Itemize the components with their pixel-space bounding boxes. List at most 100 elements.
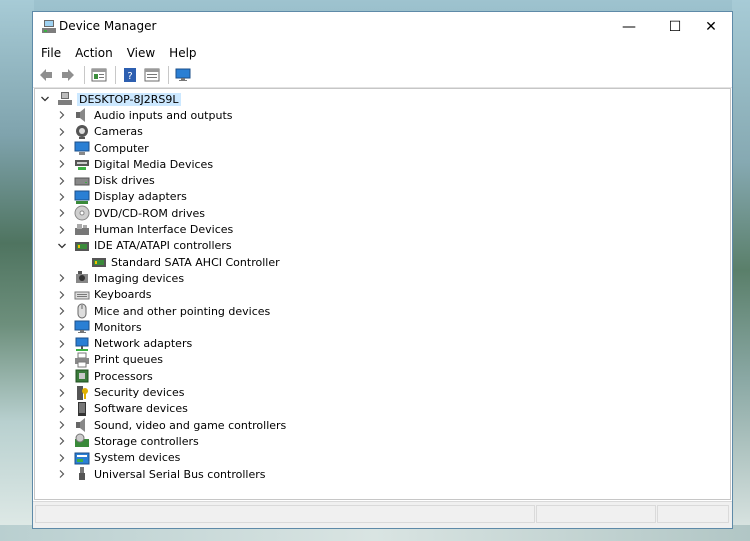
desktop-background-right (732, 0, 750, 541)
chevron-right-icon[interactable] (56, 338, 68, 350)
tree-category-item[interactable]: Keyboards (56, 287, 151, 303)
chevron-right-icon[interactable] (56, 354, 68, 366)
tree-category-item[interactable]: Storage controllers (56, 433, 199, 449)
chevron-right-icon[interactable] (56, 126, 68, 138)
chevron-right-icon[interactable] (56, 370, 68, 382)
tree-category-item[interactable]: Software devices (56, 401, 188, 417)
tree-category-label: Mice and other pointing devices (94, 304, 271, 318)
chevron-right-icon[interactable] (56, 158, 68, 170)
chevron-right-icon[interactable] (56, 109, 68, 121)
computer-icon (74, 140, 90, 156)
tree-category-item[interactable]: Security devices (56, 384, 185, 400)
view-button[interactable] (142, 65, 162, 85)
tree-category-item[interactable]: Display adapters (56, 189, 187, 205)
tree-category-item[interactable]: Network adapters (56, 336, 192, 352)
svg-text:?: ? (127, 71, 132, 82)
chevron-right-icon[interactable] (56, 468, 68, 480)
security-icon (74, 385, 90, 401)
view-icon (144, 68, 160, 82)
status-cell-main (35, 505, 535, 523)
help-icon: ? (124, 68, 136, 82)
tree-category-item[interactable]: Audio inputs and outputs (56, 107, 233, 123)
tree-category-item[interactable]: Digital Media Devices (56, 156, 213, 172)
keyboard-icon (74, 287, 90, 303)
printer-icon (74, 352, 90, 368)
tree-category-label: Storage controllers (94, 434, 199, 448)
chevron-right-icon[interactable] (56, 321, 68, 333)
forward-button[interactable] (58, 65, 78, 85)
tree-category-item[interactable]: Cameras (56, 124, 143, 140)
tree-category-label: Processors (94, 369, 153, 383)
chevron-right-icon[interactable] (56, 403, 68, 415)
tree-category-label: Software devices (94, 402, 188, 416)
toolbar: ? (33, 63, 732, 88)
tree-category-label: Universal Serial Bus controllers (94, 467, 266, 481)
toolbar-separator (84, 66, 85, 84)
chevron-right-icon[interactable] (56, 272, 68, 284)
chevron-right-icon[interactable] (56, 175, 68, 187)
back-button[interactable] (36, 65, 56, 85)
menu-file[interactable]: File (37, 46, 65, 60)
tree-category-item[interactable]: System devices (56, 450, 180, 466)
maximize-icon: ☐ (668, 19, 682, 35)
tree-category-item[interactable]: Imaging devices (56, 270, 184, 286)
menu-view[interactable]: View (123, 46, 159, 60)
chevron-right-icon[interactable] (56, 419, 68, 431)
back-icon (40, 69, 52, 81)
chevron-right-icon[interactable] (56, 452, 68, 464)
device-tree[interactable]: DESKTOP-8J2RS9L Audio inputs and outputs… (34, 88, 731, 500)
tree-category-label: Cameras (94, 125, 143, 139)
chevron-down-icon[interactable] (56, 240, 68, 252)
chevron-right-icon[interactable] (56, 142, 68, 154)
speaker-icon (74, 107, 90, 123)
tree-category-item[interactable]: Universal Serial Bus controllers (56, 466, 265, 482)
chevron-right-icon[interactable] (56, 224, 68, 236)
help-button[interactable]: ? (120, 65, 140, 85)
usb-icon (74, 466, 90, 482)
tree-category-item[interactable]: Processors (56, 368, 153, 384)
display-adapter-icon (74, 189, 90, 205)
menu-action[interactable]: Action (71, 46, 117, 60)
minimize-icon: — (622, 19, 636, 35)
chevron-right-icon[interactable] (56, 435, 68, 447)
chevron-right-icon[interactable] (56, 191, 68, 203)
storage-controller-icon (74, 433, 90, 449)
tree-root[interactable]: DESKTOP-8J2RS9L (39, 91, 181, 107)
chevron-right-icon[interactable] (56, 207, 68, 219)
tree-category-item[interactable]: Sound, video and game controllers (56, 417, 286, 433)
properties-button[interactable] (89, 65, 109, 85)
tree-category-item[interactable]: DVD/CD-ROM drives (56, 205, 205, 221)
tree-device-item[interactable]: Standard SATA AHCI Controller (85, 254, 280, 270)
tree-category-item[interactable]: Human Interface Devices (56, 221, 233, 237)
status-bar (33, 501, 732, 528)
processor-icon (74, 368, 90, 384)
tree-category-item[interactable]: IDE ATA/ATAPI controllers (56, 238, 232, 254)
device-manager-icon (41, 19, 57, 35)
tree-category-item[interactable]: Computer (56, 140, 149, 156)
tree-category-label: Computer (94, 141, 149, 155)
dvd-icon (74, 205, 90, 221)
close-icon: ✕ (705, 19, 717, 35)
tree-category-item[interactable]: Print queues (56, 352, 163, 368)
software-device-icon (74, 401, 90, 417)
monitor-icon (175, 68, 191, 81)
chevron-right-icon[interactable] (56, 305, 68, 317)
chevron-down-icon[interactable] (39, 93, 51, 105)
chevron-right-icon[interactable] (56, 289, 68, 301)
chevron-right-icon[interactable] (56, 387, 68, 399)
scan-hardware-button[interactable] (173, 65, 193, 85)
tree-category-item[interactable]: Disk drives (56, 173, 155, 189)
title-bar[interactable]: Device Manager — ☐ ✕ (33, 12, 732, 42)
minimize-button[interactable]: — (606, 12, 652, 42)
toolbar-separator (115, 66, 116, 84)
tree-category-label: DVD/CD-ROM drives (94, 206, 205, 220)
tree-category-item[interactable]: Monitors (56, 319, 142, 335)
close-button[interactable]: ✕ (688, 12, 734, 42)
tree-category-label: Display adapters (94, 190, 187, 204)
ide-controller-icon (74, 238, 90, 254)
tree-category-label: IDE ATA/ATAPI controllers (94, 239, 232, 253)
menu-help[interactable]: Help (165, 46, 200, 60)
hid-icon (74, 222, 90, 238)
tree-category-item[interactable]: Mice and other pointing devices (56, 303, 270, 319)
tree-category-label: System devices (94, 451, 181, 465)
